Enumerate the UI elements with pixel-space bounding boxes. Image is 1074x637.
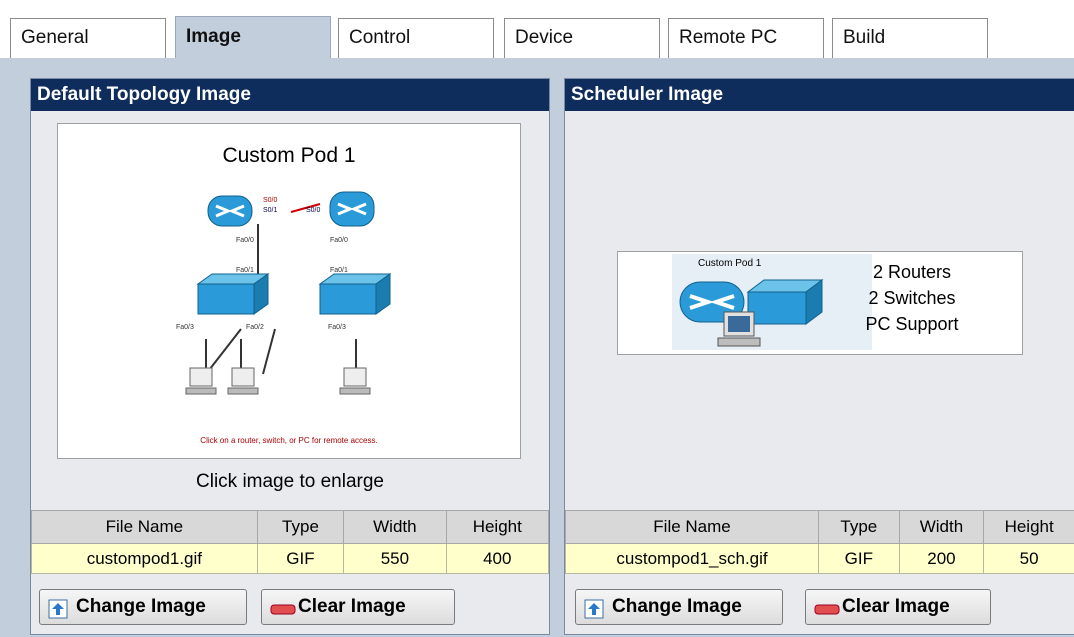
clear-image-button[interactable]: Clear Image: [805, 589, 991, 625]
height-cell: 50: [983, 543, 1074, 574]
svg-text:Fa0/3: Fa0/3: [176, 324, 194, 331]
default-topology-panel: Default Topology Image Custom Pod 1 S0/0…: [30, 78, 550, 635]
type-cell: GIF: [818, 543, 900, 574]
topology-thumbnail[interactable]: Custom Pod 1 S0/0 S0/1 S0/0 Fa0/0 Fa0/0 …: [57, 123, 521, 459]
panel-title: Scheduler Image: [565, 79, 1074, 111]
clear-minus-icon: [270, 597, 296, 631]
panel-title: Default Topology Image: [31, 79, 549, 111]
tab-build-label: Build: [843, 27, 886, 48]
table-header-row: File Name Type Width Height: [564, 510, 1074, 544]
change-image-button[interactable]: Change Image: [39, 589, 247, 625]
file-info-table: File Name Type Width Height custompod1.g…: [31, 510, 550, 574]
enlarge-caption: Click image to enlarge: [196, 471, 384, 492]
file-name-cell: custompod1.gif: [31, 543, 258, 574]
clear-image-button[interactable]: Clear Image: [261, 589, 455, 625]
clear-image-label: Clear Image: [842, 596, 950, 617]
column-header: Height: [445, 510, 550, 544]
table-header-row: File Name Type Width Height: [31, 510, 550, 544]
scheduler-switches-text: 2 Switches: [868, 288, 956, 308]
scheduler-image-panel: Scheduler Image Custom Pod 1 2 Routers 2…: [564, 78, 1074, 635]
tab-device-label: Device: [515, 27, 574, 48]
svg-text:Fa0/0: Fa0/0: [236, 237, 254, 244]
column-header: Width: [898, 510, 985, 544]
column-header: Width: [343, 510, 447, 544]
scheduler-devices-graphic: [679, 279, 824, 347]
tab-device[interactable]: Device: [504, 18, 660, 58]
change-image-label: Change Image: [612, 596, 742, 617]
upload-arrow-icon: [48, 597, 68, 631]
scheduler-pc-support-text: PC Support: [865, 314, 959, 334]
clear-minus-icon: [814, 597, 840, 631]
scheduler-routers-text: 2 Routers: [872, 262, 952, 282]
switch-icon[interactable]: [318, 273, 392, 315]
column-header: Type: [256, 510, 345, 544]
table-row: custompod1.gif GIF 550 400: [31, 543, 550, 574]
svg-text:Fa0/1: Fa0/1: [236, 267, 254, 274]
column-header: File Name: [564, 510, 820, 544]
router-icon[interactable]: [329, 191, 375, 227]
svg-text:Fa0/1: Fa0/1: [330, 267, 348, 274]
clear-image-label: Clear Image: [298, 596, 406, 617]
tab-remote-pc[interactable]: Remote PC: [668, 18, 824, 58]
tab-general-label: General: [21, 27, 89, 48]
pc-icon: [717, 311, 761, 347]
pc-icon[interactable]: [227, 367, 259, 395]
file-name-cell: custompod1_sch.gif: [564, 543, 820, 574]
svg-text:S0/1: S0/1: [263, 207, 278, 214]
topology-footer-note: Click on a router, switch, or PC for rem…: [200, 436, 378, 445]
type-cell: GIF: [256, 543, 345, 574]
svg-text:S0/0: S0/0: [306, 207, 321, 214]
change-image-button[interactable]: Change Image: [575, 589, 783, 625]
tab-bar: General Image Control Device Remote PC B…: [0, 0, 1074, 64]
file-info-table: File Name Type Width Height custompod1_s…: [564, 510, 1074, 574]
svg-text:Fa0/3: Fa0/3: [328, 324, 346, 331]
column-header: File Name: [31, 510, 258, 544]
table-row: custompod1_sch.gif GIF 200 50: [564, 543, 1074, 574]
width-cell: 200: [898, 543, 985, 574]
svg-text:S0/0: S0/0: [263, 197, 278, 204]
switch-icon[interactable]: [196, 273, 270, 315]
tab-control-label: Control: [349, 27, 411, 48]
tab-control[interactable]: Control: [338, 18, 494, 58]
tab-remote-pc-label: Remote PC: [679, 27, 778, 48]
tab-general[interactable]: General: [10, 18, 166, 58]
svg-text:Fa0/0: Fa0/0: [330, 237, 348, 244]
panel-body: Custom Pod 1 S0/0 S0/1 S0/0 Fa0/0 Fa0/0 …: [31, 111, 550, 625]
tab-image[interactable]: Image: [175, 16, 331, 62]
svg-text:Fa0/2: Fa0/2: [246, 324, 264, 331]
width-cell: 550: [343, 543, 447, 574]
height-cell: 400: [445, 543, 550, 574]
switch-icon: [746, 279, 824, 325]
panel-body: Custom Pod 1 2 Routers 2 Switches PC Sup…: [564, 111, 1074, 625]
column-header: Height: [983, 510, 1074, 544]
change-image-label: Change Image: [76, 596, 206, 617]
tab-build[interactable]: Build: [832, 18, 988, 58]
scheduler-thumbnail[interactable]: Custom Pod 1 2 Routers 2 Switches PC Sup…: [617, 251, 1023, 355]
upload-arrow-icon: [584, 597, 604, 631]
topology-diagram: S0/0 S0/1 S0/0 Fa0/0 Fa0/0 Fa0/1 Fa0/1 F…: [176, 191, 392, 395]
column-header: Type: [818, 510, 900, 544]
pc-icon[interactable]: [185, 367, 217, 395]
tab-image-label: Image: [186, 26, 241, 47]
router-icon[interactable]: [207, 195, 253, 227]
pc-icon[interactable]: [339, 367, 371, 395]
